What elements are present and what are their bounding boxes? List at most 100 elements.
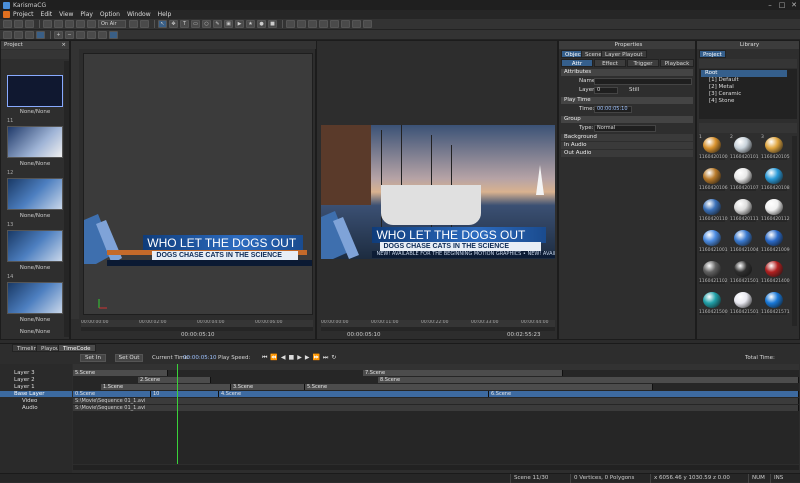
cut-icon[interactable] — [43, 20, 52, 28]
base-layer[interactable]: Base Layer — [0, 391, 72, 397]
edit-canvas[interactable]: WHO LET THE DOGS OUT DOGS CHASE CATS IN … — [83, 53, 313, 315]
prev-key-icon[interactable]: ⏪ — [270, 354, 277, 362]
audio-track[interactable]: Audio — [0, 405, 72, 411]
undo-icon[interactable] — [76, 20, 85, 28]
image-tool-icon[interactable]: ▣ — [224, 20, 233, 28]
out-audio-item[interactable]: Out Audio — [561, 150, 693, 157]
lock-icon[interactable] — [129, 20, 138, 28]
preview-icon[interactable] — [98, 30, 107, 39]
tree-item-default[interactable]: [1] Default — [701, 77, 787, 84]
pen-tool-icon[interactable]: ✎ — [213, 20, 222, 28]
redo-icon[interactable] — [87, 20, 96, 28]
time-field[interactable]: 00:00:05:10 — [594, 106, 632, 113]
timeline-clip[interactable]: S:\Movie\Sequence 01_1.avi — [73, 398, 799, 404]
distribute-icon[interactable] — [319, 20, 328, 28]
open-icon[interactable] — [14, 20, 23, 28]
timeline-clip[interactable]: 10 — [151, 391, 219, 397]
material-swatch[interactable]: 1160421400 — [761, 260, 790, 290]
timeline-scrollbar[interactable] — [73, 465, 799, 470]
text-tool-icon[interactable]: T — [180, 20, 189, 28]
maximize-icon[interactable]: □ — [776, 1, 788, 9]
select-tool-icon[interactable]: ↖ — [158, 20, 167, 28]
layer-3[interactable]: Layer 3 — [0, 370, 72, 376]
timeline-tracks[interactable]: 5.Scene 7.Scene 2.Scene 8.Scene 1.Scene 3.Sce… — [73, 364, 799, 464]
subtab-effect[interactable]: Effect — [594, 59, 626, 67]
onair-icon[interactable] — [109, 30, 118, 39]
set-out-button[interactable]: Set Out — [115, 354, 143, 362]
grid-icon[interactable] — [140, 20, 149, 28]
last-frame-icon[interactable]: ⏭ — [323, 354, 328, 362]
scene-thumbnail[interactable] — [7, 75, 63, 107]
material-swatch[interactable]: 1160421501 — [730, 291, 759, 321]
background-item[interactable]: Background — [561, 134, 693, 141]
material-swatch[interactable]: 1160421501 — [730, 260, 759, 290]
zoom-out-icon[interactable]: − — [65, 30, 74, 39]
material-swatch[interactable]: 1160420106 — [699, 167, 728, 197]
bring-front-icon[interactable] — [352, 20, 361, 28]
project-scrollbar[interactable] — [64, 61, 69, 337]
material-swatch[interactable]: 1160421571 — [761, 291, 790, 321]
material-swatch[interactable]: 3 1160420105 — [761, 135, 790, 166]
zoom-in-icon[interactable]: + — [54, 30, 63, 39]
copy-icon[interactable] — [54, 20, 63, 28]
scene-thumbnail[interactable] — [7, 230, 63, 262]
name-field[interactable] — [594, 78, 692, 85]
timeline-clip[interactable]: 2.Scene — [138, 377, 211, 383]
menu-project[interactable]: Project — [13, 11, 34, 18]
scene-thumbnail[interactable] — [7, 178, 63, 210]
material-swatch[interactable]: 1160420112 — [761, 198, 790, 228]
in-audio-item[interactable]: In Audio — [561, 142, 693, 149]
layout-3-icon[interactable] — [25, 30, 34, 39]
save-icon[interactable] — [25, 20, 34, 28]
material-swatch[interactable]: 1160421004 — [730, 229, 759, 259]
still-checkbox[interactable]: Still — [629, 86, 669, 94]
material-swatch[interactable]: 1160421001 — [699, 229, 728, 259]
play-time-section[interactable]: Play Time — [561, 97, 693, 104]
timeline-clip[interactable]: 4.Scene — [219, 391, 489, 397]
layer-1[interactable]: Layer 1 — [0, 384, 72, 390]
tab-library-project[interactable]: Project — [699, 50, 726, 58]
ellipse-tool-icon[interactable]: ○ — [202, 20, 211, 28]
align-left-icon[interactable] — [286, 20, 295, 28]
menu-play[interactable]: Play — [80, 11, 93, 18]
loop-icon[interactable]: ↻ — [331, 354, 336, 362]
menu-window[interactable]: Window — [127, 11, 151, 18]
tree-item-stone[interactable]: [4] Stone — [701, 98, 787, 105]
video-tool-icon[interactable]: ▶ — [235, 20, 244, 28]
timeline-clip[interactable]: 5.Scene — [73, 370, 168, 376]
next-frame-icon[interactable]: ▶ — [305, 354, 310, 362]
material-swatch[interactable]: 1160420108 — [761, 167, 790, 197]
play-icon[interactable]: ▶ — [297, 354, 302, 362]
next-key-icon[interactable]: ⏩ — [312, 354, 319, 362]
menu-option[interactable]: Option — [100, 11, 120, 18]
subtab-trigger[interactable]: Trigger — [627, 59, 659, 67]
tree-item-metal[interactable]: [2] Metal — [701, 84, 787, 91]
timeline-clip[interactable]: 6.Scene — [489, 391, 799, 397]
timeline-clip[interactable]: 0.Scene — [73, 391, 151, 397]
send-back-icon[interactable] — [363, 20, 372, 28]
timeline-clip[interactable]: 1.Scene — [101, 384, 231, 390]
set-in-button[interactable]: Set In — [80, 354, 106, 362]
close-icon[interactable]: × — [61, 41, 66, 49]
star-tool-icon[interactable]: ★ — [246, 20, 255, 28]
mode-select[interactable]: On Air — [98, 20, 126, 28]
tree-root[interactable]: Root — [701, 70, 787, 77]
material-swatch[interactable]: 1 1160420100 — [699, 135, 728, 166]
group-section[interactable]: Group — [561, 116, 693, 123]
move-tool-icon[interactable]: ✥ — [169, 20, 178, 28]
subtab-attr[interactable]: Attr — [561, 59, 593, 67]
layout-4-icon[interactable] — [36, 30, 45, 39]
material-swatch[interactable]: 1160421500 — [699, 291, 728, 321]
close-icon[interactable]: ✕ — [788, 1, 800, 9]
timeline-clip[interactable]: 7.Scene — [363, 370, 563, 376]
playhead[interactable] — [177, 364, 178, 464]
first-frame-icon[interactable]: ⏮ — [262, 354, 267, 362]
layout-1-icon[interactable] — [3, 30, 12, 39]
material-swatch[interactable]: 1160420107 — [730, 167, 759, 197]
tab-layer-playout[interactable]: Layer Playout — [601, 50, 647, 58]
preview-scrubber[interactable] — [321, 327, 555, 331]
timeline-clip[interactable]: S:\Movie\Sequence 01_1.avi — [73, 405, 799, 411]
timeline-clip[interactable]: 3.Scene — [231, 384, 305, 390]
scene-thumbnail[interactable] — [7, 282, 63, 314]
menu-edit[interactable]: Edit — [41, 11, 53, 18]
